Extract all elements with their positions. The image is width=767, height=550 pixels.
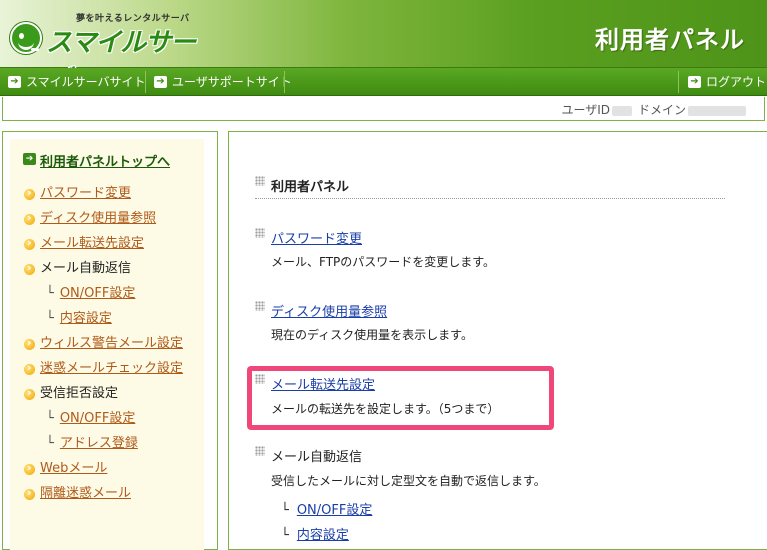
sidebar-item-quarantine-spam[interactable]: 隔離迷惑メール bbox=[24, 485, 132, 502]
bullet-arrow-icon bbox=[24, 335, 35, 351]
sub-link[interactable]: ON/OFF設定 bbox=[297, 503, 373, 518]
sidebar-menu: ➔ 利用者パネルトップへ パスワード変更 ディスク使用量参照 メール転送先設定 … bbox=[10, 139, 204, 550]
tree-corner-icon: └ bbox=[46, 311, 54, 326]
sidebar-sub-label[interactable]: ON/OFF設定 bbox=[60, 411, 136, 426]
header-banner: 夢を叶えるレンタルサーバ スマイルサーバ 利用者パネル bbox=[0, 0, 767, 95]
section-description: 受信したメールに対し定型文を自動で返信します。 bbox=[271, 474, 546, 488]
section-description: メール、FTPのパスワードを変更します。 bbox=[271, 255, 496, 269]
main-content: 利用者パネル パスワード変更 メール、FTPのパスワードを変更します。 ディスク… bbox=[228, 131, 767, 550]
tree-corner-icon: └ bbox=[46, 436, 54, 451]
bullet-arrow-icon bbox=[24, 210, 35, 226]
bullet-arrow-icon bbox=[24, 235, 35, 251]
heading-divider bbox=[255, 198, 725, 199]
highlight-box bbox=[247, 366, 554, 430]
sidebar-item-label: Webメール bbox=[40, 461, 108, 476]
user-info-bar: ユーザID ドメイン bbox=[2, 97, 765, 121]
section-description: 現在のディスク使用量を表示します。 bbox=[271, 328, 473, 342]
sidebar-item-label: 隔離迷惑メール bbox=[40, 486, 132, 501]
bullet-arrow-icon bbox=[24, 385, 35, 401]
section-link[interactable]: ディスク使用量参照 bbox=[271, 305, 387, 320]
bullet-arrow-icon bbox=[24, 460, 35, 476]
section-title: メール自動返信 bbox=[271, 450, 363, 465]
user-id-label: ユーザID bbox=[561, 103, 610, 117]
logout-button[interactable]: ➔ ログアウト bbox=[680, 68, 766, 96]
bullet-arrow-icon bbox=[24, 260, 35, 276]
sidebar-item-label: ディスク使用量参照 bbox=[40, 211, 157, 226]
sidebar-sub-label[interactable]: アドレス登録 bbox=[60, 436, 138, 451]
dotted-bullet-icon bbox=[255, 301, 265, 311]
top-navigation: ➔ スマイルサーバサイト ➔ ユーザサポートサイト ➔ ログアウト bbox=[0, 68, 767, 96]
sidebar-sub-reject-onoff[interactable]: └ ON/OFF設定 bbox=[46, 411, 135, 427]
auto-reply-sub-content[interactable]: └ 内容設定 bbox=[281, 524, 349, 543]
bullet-arrow-icon bbox=[24, 360, 35, 376]
section-disk-usage[interactable]: ディスク使用量参照 bbox=[255, 301, 387, 320]
nav-divider bbox=[678, 71, 679, 93]
sidebar-item-spam-check[interactable]: 迷惑メールチェック設定 bbox=[24, 360, 184, 377]
sidebar-sub-auto-reply-content[interactable]: └ 内容設定 bbox=[46, 311, 112, 327]
nav-user-support-site[interactable]: ➔ ユーザサポートサイト bbox=[146, 68, 292, 96]
arrow-right-icon: ➔ bbox=[8, 76, 21, 88]
tree-corner-icon: └ bbox=[46, 286, 54, 301]
nav-label: ユーザサポートサイト bbox=[172, 75, 292, 89]
sidebar-item-auto-reply: メール自動返信 bbox=[24, 260, 132, 277]
sidebar-item-password-change[interactable]: パスワード変更 bbox=[24, 185, 132, 202]
sidebar-item-label: メール自動返信 bbox=[40, 261, 132, 276]
tree-corner-icon: └ bbox=[46, 411, 54, 426]
sidebar-item-reject-settings: 受信拒否設定 bbox=[24, 385, 119, 402]
sidebar-item-label: 受信拒否設定 bbox=[40, 386, 119, 401]
arrow-right-icon: ➔ bbox=[688, 76, 701, 88]
redacted-user-id bbox=[611, 105, 632, 116]
dotted-bullet-icon bbox=[255, 446, 265, 456]
sidebar-item-disk-usage[interactable]: ディスク使用量参照 bbox=[24, 210, 157, 227]
bullet-arrow-icon bbox=[24, 185, 35, 201]
nav-smileserver-site[interactable]: ➔ スマイルサーバサイト bbox=[0, 68, 146, 96]
sidebar-item-virus-alert[interactable]: ウィルス警告メール設定 bbox=[24, 335, 184, 352]
section-password-change[interactable]: パスワード変更 bbox=[255, 228, 362, 247]
page-title: 利用者パネル bbox=[255, 176, 349, 195]
logo[interactable]: 夢を叶えるレンタルサーバ スマイルサーバ bbox=[6, 8, 218, 95]
domain-label: ドメイン bbox=[637, 103, 686, 117]
user-info: ユーザID ドメイン bbox=[561, 101, 752, 118]
page-title-text: 利用者パネル bbox=[271, 180, 350, 195]
section-auto-reply: メール自動返信 bbox=[255, 446, 362, 465]
sidebar-sub-auto-reply-onoff[interactable]: └ ON/OFF設定 bbox=[46, 286, 135, 302]
sidebar-item-label: メール転送先設定 bbox=[40, 236, 145, 251]
sidebar-item-webmail[interactable]: Webメール bbox=[24, 460, 108, 477]
sidebar-sub-label[interactable]: ON/OFF設定 bbox=[60, 286, 136, 301]
section-link[interactable]: パスワード変更 bbox=[271, 232, 362, 247]
smiley-logo-icon bbox=[10, 22, 42, 54]
dotted-bullet-icon bbox=[255, 176, 265, 186]
sidebar: ➔ 利用者パネルトップへ パスワード変更 ディスク使用量参照 メール転送先設定 … bbox=[2, 131, 218, 550]
sidebar-sub-label[interactable]: 内容設定 bbox=[60, 311, 112, 326]
sidebar-item-label: 迷惑メールチェック設定 bbox=[40, 361, 184, 376]
panel-title: 利用者パネル bbox=[595, 26, 745, 54]
auto-reply-sub-onoff[interactable]: └ ON/OFF設定 bbox=[281, 499, 372, 518]
tree-corner-icon: └ bbox=[281, 528, 289, 543]
sidebar-sub-address-register[interactable]: └ アドレス登録 bbox=[46, 436, 138, 452]
arrow-right-icon: ➔ bbox=[23, 153, 36, 165]
tree-corner-icon: └ bbox=[281, 503, 289, 518]
redacted-domain bbox=[688, 105, 746, 116]
nav-divider bbox=[284, 71, 285, 93]
sidebar-item-mail-forward[interactable]: メール転送先設定 bbox=[24, 235, 145, 252]
sidebar-item-label: パスワード変更 bbox=[40, 186, 132, 201]
sub-link[interactable]: 内容設定 bbox=[297, 528, 349, 543]
nav-label: スマイルサーバサイト bbox=[26, 75, 146, 89]
sidebar-top-label: 利用者パネルトップへ bbox=[40, 155, 171, 170]
sidebar-top-link[interactable]: ➔ 利用者パネルトップへ bbox=[23, 151, 170, 170]
bullet-arrow-icon bbox=[24, 485, 35, 501]
arrow-right-icon: ➔ bbox=[154, 76, 167, 88]
dotted-bullet-icon bbox=[255, 228, 265, 238]
logout-label: ログアウト bbox=[706, 75, 767, 89]
sidebar-item-label: ウィルス警告メール設定 bbox=[40, 336, 184, 351]
